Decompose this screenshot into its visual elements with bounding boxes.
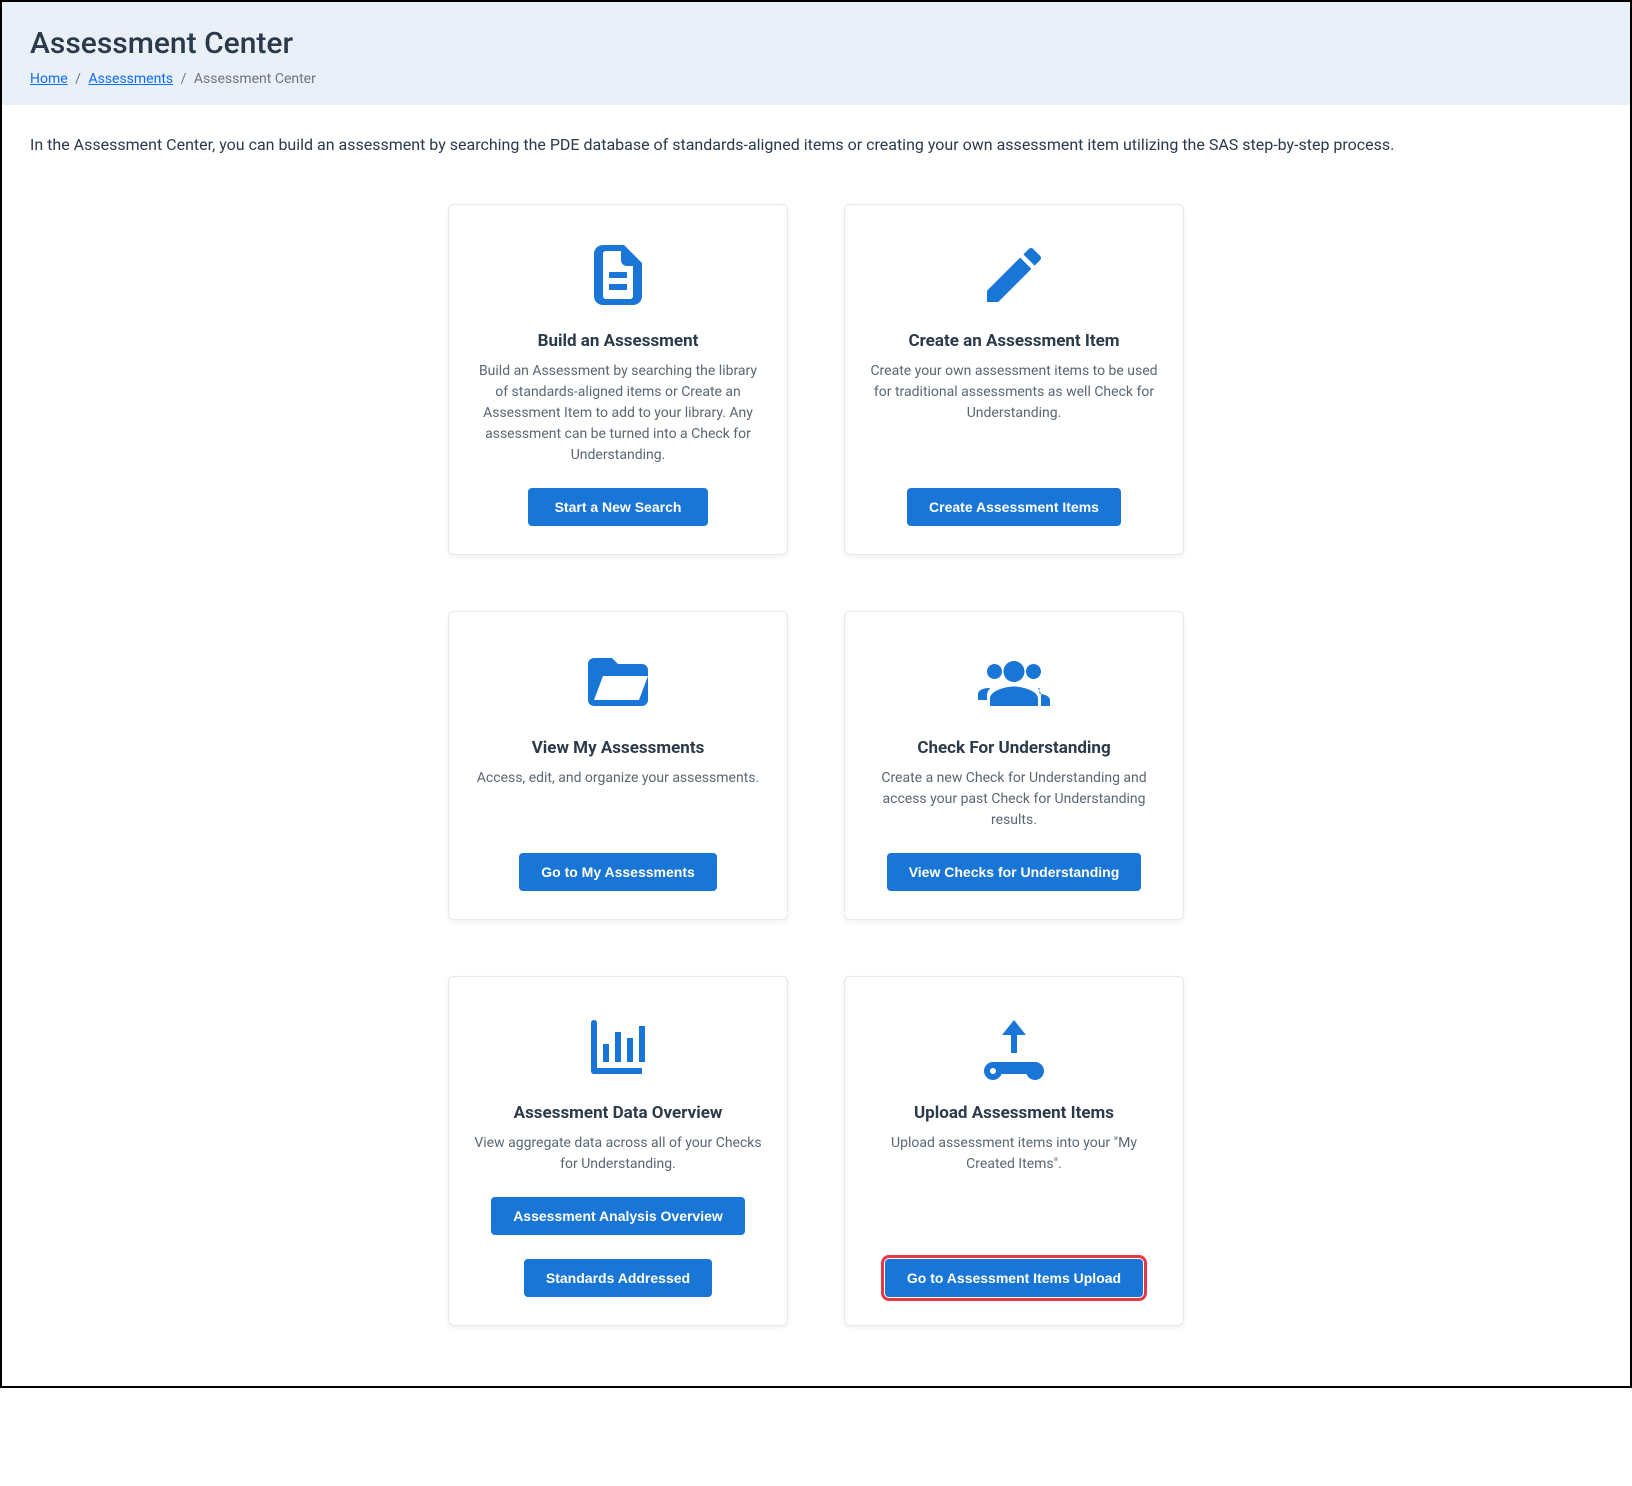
bar-chart-icon [578, 1007, 658, 1087]
go-to-my-assessments-button[interactable]: Go to My Assessments [519, 853, 717, 891]
card-title: Assessment Data Overview [514, 1103, 723, 1123]
page-title: Assessment Center [30, 26, 1602, 61]
card-create-item: Create an Assessment Item Create your ow… [844, 204, 1184, 555]
card-title: View My Assessments [532, 738, 705, 758]
folder-open-icon [578, 642, 658, 722]
card-description: Create a new Check for Understanding and… [869, 768, 1159, 831]
assessment-analysis-overview-button[interactable]: Assessment Analysis Overview [491, 1197, 745, 1235]
cards-grid: Build an Assessment Build an Assessment … [2, 174, 1630, 1386]
document-icon [578, 235, 658, 315]
card-title: Create an Assessment Item [908, 331, 1119, 351]
standards-addressed-button[interactable]: Standards Addressed [524, 1259, 712, 1297]
card-description: Create your own assessment items to be u… [869, 361, 1159, 466]
create-assessment-items-button[interactable]: Create Assessment Items [907, 488, 1121, 526]
breadcrumb-home-link[interactable]: Home [30, 71, 68, 87]
card-title: Upload Assessment Items [914, 1103, 1114, 1123]
breadcrumb-separator: / [181, 71, 187, 87]
breadcrumb-current: Assessment Center [194, 71, 316, 87]
card-view-assessments: View My Assessments Access, edit, and or… [448, 611, 788, 920]
card-check-understanding: Check For Understanding Create a new Che… [844, 611, 1184, 920]
card-title: Build an Assessment [538, 331, 699, 351]
start-new-search-button[interactable]: Start a New Search [528, 488, 708, 526]
upload-icon [974, 1007, 1054, 1087]
pencil-icon [974, 235, 1054, 315]
go-to-assessment-items-upload-button[interactable]: Go to Assessment Items Upload [885, 1259, 1143, 1297]
card-description: Access, edit, and organize your assessme… [477, 768, 759, 831]
header-area: Assessment Center Home / Assessments / A… [2, 2, 1630, 105]
card-description: View aggregate data across all of your C… [473, 1133, 763, 1175]
card-build-assessment: Build an Assessment Build an Assessment … [448, 204, 788, 555]
card-description: Upload assessment items into your "My Cr… [869, 1133, 1159, 1237]
breadcrumb-separator: / [75, 71, 81, 87]
breadcrumb-assessments-link[interactable]: Assessments [88, 71, 173, 87]
card-title: Check For Understanding [917, 738, 1110, 758]
card-data-overview: Assessment Data Overview View aggregate … [448, 976, 788, 1326]
breadcrumb: Home / Assessments / Assessment Center [30, 71, 1602, 87]
button-stack: Assessment Analysis Overview Standards A… [491, 1197, 745, 1297]
users-group-icon [974, 642, 1054, 722]
view-checks-understanding-button[interactable]: View Checks for Understanding [887, 853, 1142, 891]
card-description: Build an Assessment by searching the lib… [473, 361, 763, 466]
intro-text: In the Assessment Center, you can build … [2, 105, 1630, 174]
card-upload-items: Upload Assessment Items Upload assessmen… [844, 976, 1184, 1326]
